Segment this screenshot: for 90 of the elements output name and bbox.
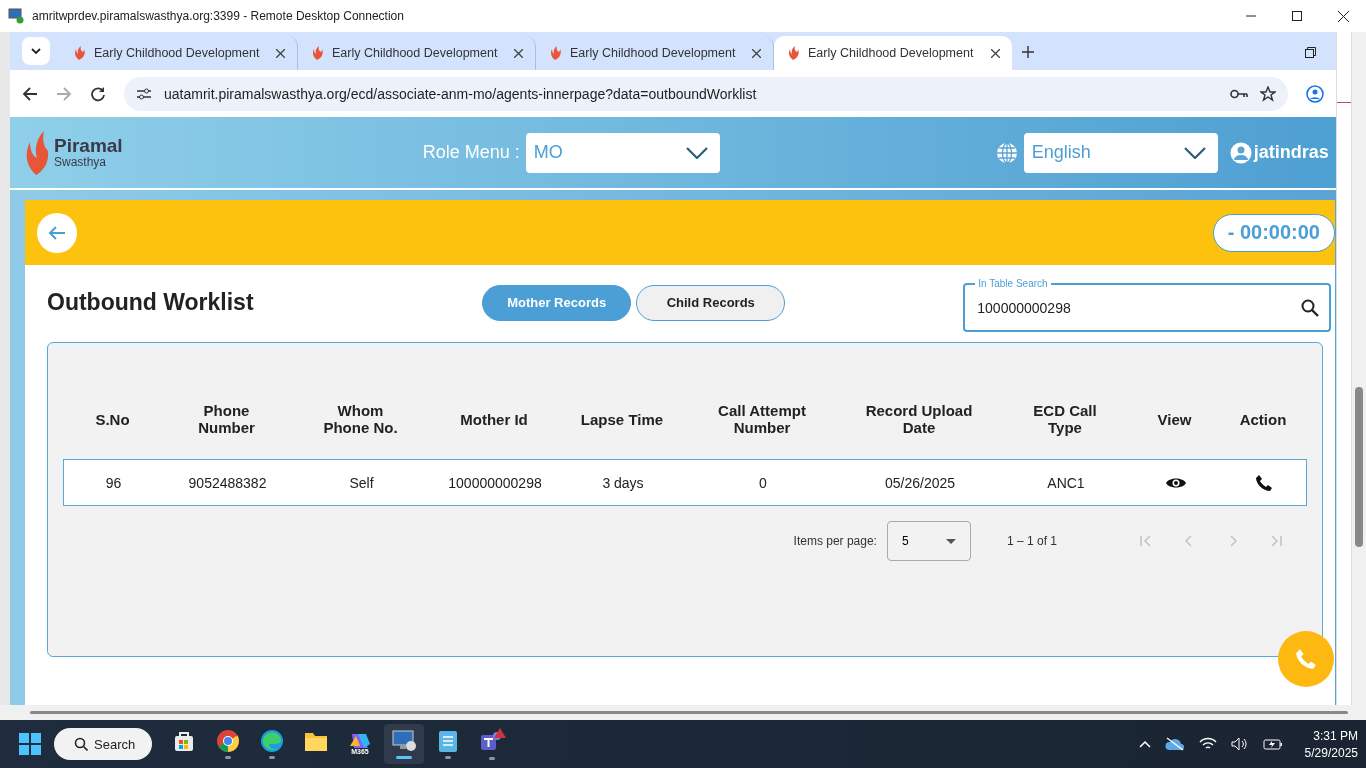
scrollbar-thumb[interactable] — [1355, 387, 1363, 547]
page-title: Outbound Worklist — [47, 289, 255, 316]
chevron-up-icon[interactable] — [1138, 740, 1151, 748]
remote-desktop-icon — [391, 729, 417, 753]
column-header: Mother Id — [459, 409, 529, 430]
page-range: 1 – 1 of 1 — [1006, 534, 1057, 548]
column-header: Phone Number — [197, 401, 256, 438]
remote-desktop-icon — [8, 8, 24, 24]
search-icon — [74, 737, 88, 751]
reload-button[interactable] — [90, 85, 106, 102]
wifi-icon[interactable] — [1198, 737, 1217, 751]
restore-button[interactable] — [1305, 46, 1316, 61]
logo-text: Piramal — [54, 136, 123, 155]
copilot-icon — [348, 732, 372, 750]
taskbar-clock[interactable]: 3:31 PM 5/29/2025 — [1304, 728, 1358, 760]
key-icon[interactable] — [1230, 88, 1248, 99]
taskbar-app[interactable] — [384, 724, 424, 764]
page-size-dropdown[interactable]: 5 — [886, 521, 971, 561]
url-text: uatamrit.piramalswasthya.org/ecd/associate-anm-mo/agents-innerpage?data=outboundWorklist — [164, 85, 758, 102]
search-icon[interactable] — [1301, 298, 1319, 317]
forward-arrow-icon — [56, 85, 72, 102]
table-cell-text: ANC1 — [1046, 473, 1086, 493]
table-cell-text: 0 — [758, 473, 768, 493]
role-menu-label: Role Menu : — [422, 142, 520, 163]
favicon-icon — [310, 45, 324, 61]
column-header: Call Attempt Number — [717, 401, 807, 438]
column-header: Record Upload Date — [864, 401, 974, 438]
speaker-icon[interactable] — [1230, 737, 1249, 751]
column-header: Action — [1238, 409, 1288, 430]
reload-icon — [90, 85, 106, 102]
maximize-icon — [1292, 11, 1302, 21]
close-icon[interactable] — [276, 48, 285, 58]
chevron-down-icon — [685, 146, 708, 159]
store-bag-icon — [173, 730, 195, 752]
windows-start-icon[interactable] — [18, 732, 42, 756]
chrome-icon — [216, 729, 240, 753]
back-arrow-icon — [48, 224, 66, 241]
caret-down-icon — [945, 538, 956, 544]
close-icon[interactable] — [991, 48, 1000, 58]
address-bar[interactable]: uatamrit.piramalswasthya.org/ecd/associate-anm-mo/agents-innerpage?data=outboundWorklist — [124, 76, 1288, 111]
battery-icon[interactable] — [1262, 738, 1283, 750]
table-cell-text: 9052488382 — [187, 473, 268, 493]
browser-tab[interactable]: Early Childhood Development — [774, 36, 1012, 70]
profile-icon[interactable] — [1306, 84, 1324, 103]
folder-icon — [304, 730, 328, 752]
new-tab-button[interactable] — [1022, 46, 1034, 61]
user-avatar-icon — [1229, 141, 1252, 164]
phone-icon — [1295, 648, 1317, 670]
back-button[interactable] — [22, 85, 38, 102]
search-input[interactable]: 100000000298 — [975, 298, 1301, 317]
table-cell-text: 100000000298 — [447, 473, 543, 493]
column-header: ECD Call Type — [1032, 401, 1098, 438]
table-cell-text: 96 — [104, 473, 123, 493]
call-timer: - 00:00:00 — [1212, 213, 1335, 252]
bookmark-star-icon[interactable] — [1260, 85, 1276, 102]
site-settings-icon[interactable] — [136, 86, 152, 101]
window-title: amritwprdev.piramalswasthya.org:3399 - Remote Desktop Connection — [32, 9, 405, 23]
favicon-icon — [786, 45, 800, 61]
column-header: S.No — [94, 409, 131, 430]
close-icon — [1337, 10, 1349, 22]
phone-icon[interactable] — [1255, 473, 1273, 492]
close-icon[interactable] — [752, 48, 761, 58]
items-per-page-label: Items per page: — [793, 534, 877, 548]
scrollbar-thumb[interactable] — [30, 711, 1348, 714]
taskbar-search[interactable]: Search — [54, 728, 152, 760]
last-page-icon — [1269, 533, 1285, 549]
back-arrow-icon — [22, 85, 38, 102]
records-tab[interactable]: Child Records — [636, 284, 786, 321]
globe-icon — [995, 141, 1018, 164]
table-cell-text: 05/26/2025 — [883, 473, 957, 493]
column-header: Lapse Time — [579, 409, 665, 430]
edge-icon — [260, 729, 284, 753]
table-cell-text: Self — [348, 473, 375, 493]
tab-search-button[interactable] — [22, 37, 50, 65]
search-field[interactable]: In Table Search 100000000298 — [963, 277, 1331, 332]
notepad-icon — [438, 729, 458, 753]
first-page-icon — [1137, 533, 1153, 549]
chevron-down-icon — [1183, 146, 1206, 159]
chevron-down-icon — [31, 48, 41, 54]
vertical-scrollbar[interactable] — [1351, 32, 1366, 705]
favicon-icon — [548, 45, 562, 61]
cloud-icon[interactable] — [1164, 737, 1185, 751]
logo-subtitle: Swasthya — [54, 155, 108, 169]
column-header: Whom Phone No. — [322, 401, 399, 438]
table-cell-text: 3 days — [601, 473, 645, 493]
close-icon[interactable] — [514, 48, 523, 58]
plus-icon — [1022, 46, 1034, 58]
restore-icon — [1305, 47, 1316, 58]
favicon-icon — [72, 45, 86, 61]
column-header: View — [1156, 409, 1193, 430]
